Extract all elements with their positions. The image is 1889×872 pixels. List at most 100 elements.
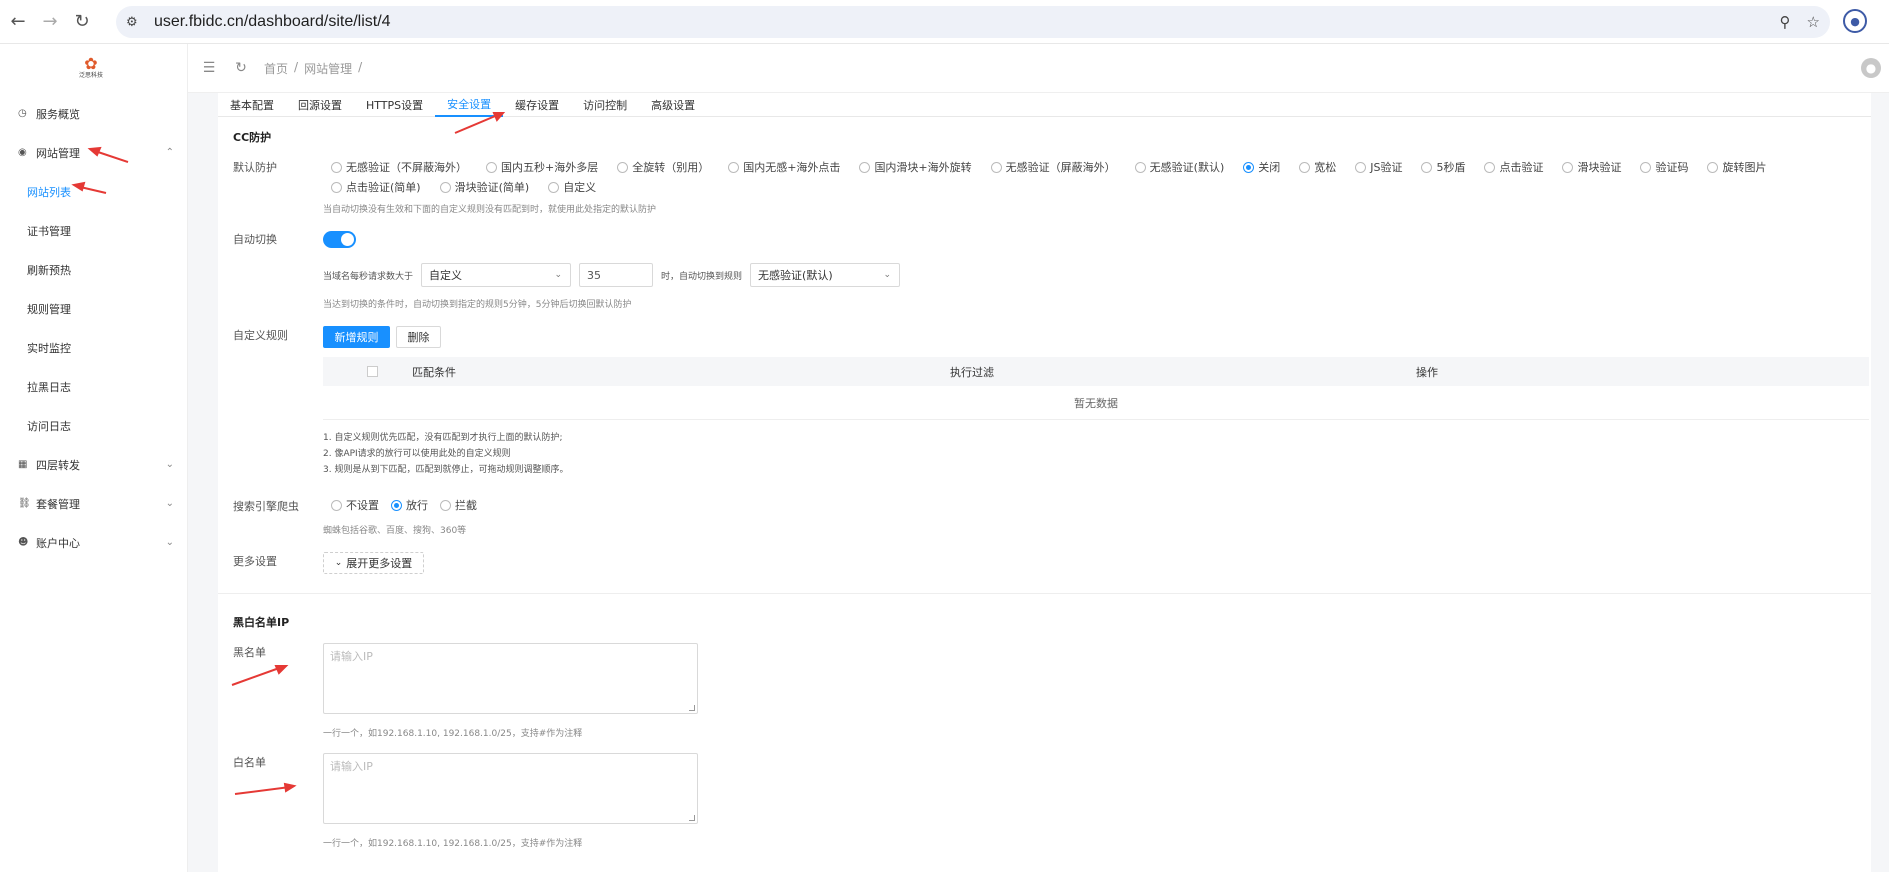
cc-option-radio[interactable]: 全旋转（别用） <box>617 160 709 174</box>
url-text: user.fbidc.cn/dashboard/site/list/4 <box>154 13 391 30</box>
whitelist-hint: 一行一个，如192.168.1.10, 192.168.1.0/25，支持#作为… <box>323 839 583 849</box>
radio-dot <box>331 181 342 193</box>
tab-security[interactable]: 安全设置 <box>435 93 504 117</box>
forward-icon[interactable]: → <box>36 8 64 36</box>
radio-label: 拦截 <box>455 499 477 512</box>
sidebar-item-l4-forward[interactable]: ▦ 四层转发 ⌄ <box>0 445 188 484</box>
sidebar-item-account[interactable]: ☻ 账户中心 ⌄ <box>0 523 188 562</box>
breadcrumb-site-management[interactable]: 网站管理 <box>304 60 352 77</box>
bookmark-star-icon[interactable]: ☆ <box>1807 13 1820 31</box>
whitelist-textarea[interactable]: 请输入IP <box>323 753 698 824</box>
sidebar-item-rules[interactable]: 规则管理 <box>0 289 188 328</box>
auto-switch-toggle[interactable] <box>323 231 356 248</box>
chevron-up-icon: ⌃ <box>165 147 174 158</box>
tab-advanced[interactable]: 高级设置 <box>639 93 707 117</box>
cc-option-radio-selected[interactable]: 关闭 <box>1243 160 1280 174</box>
cc-option-radio[interactable]: 旋转图片 <box>1707 160 1766 174</box>
sidebar-item-block-log[interactable]: 拉黑日志 <box>0 367 188 406</box>
logo-text: 泛思科技 <box>78 72 103 79</box>
sidebar-item-label: 访问日志 <box>27 419 71 433</box>
crawler-label: 搜索引擎爬虫 <box>233 500 299 513</box>
crawler-option-radio-selected[interactable]: 放行 <box>391 498 428 512</box>
crawler-option-radio[interactable]: 拦截 <box>440 498 477 512</box>
radio-dot <box>617 161 629 173</box>
cc-option-radio[interactable]: 无感验证（屏蔽海外） <box>990 160 1116 174</box>
blacklist-textarea[interactable]: 请输入IP <box>323 643 698 714</box>
tab-cache[interactable]: 缓存设置 <box>503 93 571 117</box>
profile-icon[interactable]: ● <box>1843 9 1867 33</box>
zoom-icon[interactable]: ⚲ <box>1780 13 1791 31</box>
cc-option-radio[interactable]: 点击验证(简单) <box>331 180 421 194</box>
add-rule-button[interactable]: 新增规则 <box>323 326 390 348</box>
chevron-down-icon: ⌄ <box>554 270 563 280</box>
radio-dot <box>1562 161 1574 173</box>
address-bar[interactable]: ⚙ user.fbidc.cn/dashboard/site/list/4 ⚲ … <box>116 6 1830 38</box>
cc-option-radio[interactable]: 滑块验证(简单) <box>439 180 529 194</box>
sidebar-item-site-list[interactable]: 网站列表 <box>0 172 188 211</box>
auto-switch-rule-select[interactable]: 无感验证(默认) ⌄ <box>750 263 901 287</box>
refresh-icon[interactable]: ↻ <box>230 60 252 76</box>
sidebar-item-label: 四层转发 <box>36 458 80 472</box>
radio-label: 无感验证（不屏蔽海外） <box>346 161 467 174</box>
sidebar-item-label: 套餐管理 <box>36 497 80 511</box>
collapse-menu-icon[interactable]: ☰ <box>198 60 220 76</box>
default-protection-label: 默认防护 <box>233 161 277 174</box>
cc-option-radio[interactable]: 5秒盾 <box>1421 160 1465 174</box>
cc-option-radio[interactable]: 自定义 <box>548 180 596 194</box>
cc-option-radio[interactable]: 点击验证 <box>1484 160 1543 174</box>
radio-dot <box>548 181 560 193</box>
sidebar-item-certificates[interactable]: 证书管理 <box>0 211 188 250</box>
clock-icon: ◷ <box>18 108 27 119</box>
auto-switch-mode-select[interactable]: 自定义 ⌄ <box>421 263 572 287</box>
cc-section-title: CC防护 <box>233 131 272 144</box>
avatar[interactable]: ● <box>1861 58 1881 78</box>
tab-basic[interactable]: 基本配置 <box>218 93 286 117</box>
tab-https[interactable]: HTTPS设置 <box>354 93 435 117</box>
crawler-radio-group: 不设置 放行 拦截 <box>331 498 631 512</box>
radio-label: 自定义 <box>563 181 597 194</box>
cc-option-radio[interactable]: JS验证 <box>1355 160 1402 174</box>
breadcrumb-separator: / <box>358 59 363 74</box>
sidebar-item-access-log[interactable]: 访问日志 <box>0 406 188 445</box>
column-header: 操作 <box>1416 365 1438 379</box>
sidebar-item-overview[interactable]: ◷ 服务概览 <box>0 94 188 133</box>
radio-label: 国内五秒+海外多层 <box>501 161 599 174</box>
cc-mode-radio-group: 无感验证（不屏蔽海外） 国内五秒+海外多层 全旋转（别用） 国内无感+海外点击 … <box>331 160 1889 194</box>
sidebar-item-packages[interactable]: ⛓ 套餐管理 ⌄ <box>0 484 188 523</box>
site-settings-icon[interactable]: ⚙ <box>126 15 146 30</box>
tab-access-control[interactable]: 访问控制 <box>571 93 639 117</box>
crawler-option-radio[interactable]: 不设置 <box>331 498 379 512</box>
crawler-hint: 蜘蛛包括谷歌、百度、搜狗、360等 <box>323 526 467 536</box>
radio-label: 全旋转（别用） <box>632 161 710 174</box>
breadcrumb-home[interactable]: 首页 <box>264 60 288 77</box>
select-all-checkbox[interactable] <box>367 366 378 377</box>
delete-rule-button[interactable]: 删除 <box>396 326 441 348</box>
cc-option-radio[interactable]: 滑块验证 <box>1562 160 1621 174</box>
threshold-input[interactable]: 35 <box>579 263 654 287</box>
cc-option-radio[interactable]: 国内五秒+海外多层 <box>486 160 598 174</box>
note-line: 1. 自定义规则优先匹配，没有匹配到才执行上面的默认防护; <box>323 433 563 443</box>
cc-option-radio[interactable]: 验证码 <box>1640 160 1688 174</box>
cc-option-radio[interactable]: 无感验证(默认) <box>1134 160 1224 174</box>
cc-option-radio[interactable]: 国内无感+海外点击 <box>728 160 840 174</box>
tab-origin[interactable]: 回源设置 <box>286 93 354 117</box>
select-value: 自定义 <box>429 269 463 282</box>
grid-icon: ▦ <box>18 459 28 470</box>
sidebar-item-realtime-monitor[interactable]: 实时监控 <box>0 328 188 367</box>
radio-label: 国内无感+海外点击 <box>743 161 841 174</box>
sidebar-item-label: 证书管理 <box>27 224 71 238</box>
cc-option-radio[interactable]: 宽松 <box>1299 160 1336 174</box>
cc-option-radio[interactable]: 国内滑块+海外旋转 <box>859 160 972 174</box>
resize-handle-icon[interactable] <box>689 705 695 711</box>
reload-icon[interactable]: ↻ <box>68 8 96 36</box>
sidebar-item-refresh-preheat[interactable]: 刷新预热 <box>0 250 188 289</box>
auto-switch-mid: 时，自动切换到规则 <box>661 271 743 282</box>
resize-handle-icon[interactable] <box>689 815 695 821</box>
more-settings-label: 更多设置 <box>233 555 277 568</box>
blacklist-label: 黑名单 <box>233 646 266 659</box>
expand-more-settings-button[interactable]: ⌄ 展开更多设置 <box>323 552 424 574</box>
logo[interactable]: ✿ 泛思科技 <box>76 54 106 84</box>
back-icon[interactable]: ← <box>4 8 32 36</box>
sidebar-item-site-management[interactable]: ◉ 网站管理 ⌃ <box>0 133 188 172</box>
cc-option-radio[interactable]: 无感验证（不屏蔽海外） <box>331 160 467 174</box>
